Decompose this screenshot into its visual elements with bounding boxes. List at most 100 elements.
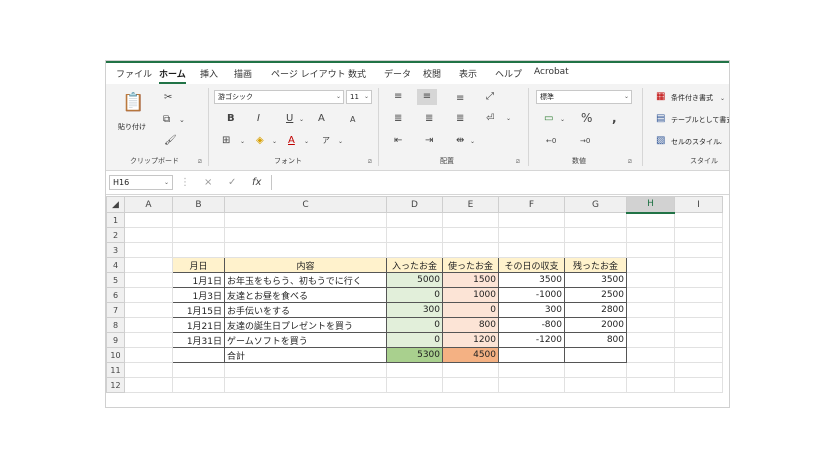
- cell[interactable]: [674, 272, 723, 288]
- cell[interactable]: [124, 227, 173, 243]
- income-total-cell[interactable]: 5300: [386, 347, 443, 363]
- expense-cell[interactable]: 1000: [442, 287, 499, 303]
- align-top-icon[interactable]: ≡: [394, 91, 402, 103]
- align-middle-icon[interactable]: ≡: [417, 89, 437, 105]
- header-cell-remaining[interactable]: 残ったお金: [564, 257, 627, 273]
- column-header-f[interactable]: F: [498, 196, 565, 213]
- cell[interactable]: [442, 212, 499, 228]
- cell[interactable]: [498, 212, 565, 228]
- grow-font-icon[interactable]: A: [318, 113, 325, 125]
- cell[interactable]: [626, 227, 675, 243]
- cell[interactable]: [564, 362, 627, 378]
- cut-icon[interactable]: ✂: [164, 92, 172, 104]
- date-cell[interactable]: 1月3日: [172, 287, 225, 303]
- cell[interactable]: [498, 227, 565, 243]
- cell[interactable]: [442, 362, 499, 378]
- remaining-cell[interactable]: 800: [564, 332, 627, 348]
- bold-icon[interactable]: B: [227, 113, 235, 125]
- cell[interactable]: [386, 377, 443, 393]
- cell[interactable]: [674, 332, 723, 348]
- row-header[interactable]: 1: [106, 212, 125, 228]
- format-as-table-button[interactable]: テーブルとして書式: [671, 115, 729, 125]
- font-color-icon[interactable]: A: [288, 135, 295, 147]
- borders-icon[interactable]: ⊞: [222, 135, 230, 147]
- cell[interactable]: [564, 212, 627, 228]
- cell[interactable]: [124, 272, 173, 288]
- cell[interactable]: [172, 242, 225, 258]
- cell[interactable]: [442, 227, 499, 243]
- cell[interactable]: [626, 377, 675, 393]
- item-cell[interactable]: 友達とお昼を食べる: [224, 287, 387, 303]
- row-header[interactable]: 10: [106, 347, 125, 363]
- header-cell-income[interactable]: 入ったお金: [386, 257, 443, 273]
- cell[interactable]: [124, 287, 173, 303]
- cell[interactable]: [564, 227, 627, 243]
- cell[interactable]: [674, 302, 723, 318]
- row-header[interactable]: 6: [106, 287, 125, 303]
- cell[interactable]: [626, 242, 675, 258]
- cell[interactable]: [626, 317, 675, 333]
- income-cell[interactable]: 0: [386, 317, 443, 333]
- cell[interactable]: [224, 212, 387, 228]
- chevron-down-icon[interactable]: ⌄: [240, 136, 245, 148]
- row-header[interactable]: 8: [106, 317, 125, 333]
- tab-insert[interactable]: 挿入: [200, 67, 218, 80]
- font-size-select[interactable]: 11 ⌄: [346, 90, 372, 104]
- insert-function-icon[interactable]: fx: [252, 177, 261, 189]
- column-header-a[interactable]: A: [124, 196, 173, 213]
- copy-icon[interactable]: ⧉: [163, 114, 170, 126]
- cell[interactable]: [626, 257, 675, 273]
- conditional-format-icon[interactable]: ▦: [656, 91, 665, 103]
- cell[interactable]: [124, 377, 173, 393]
- cell[interactable]: [386, 227, 443, 243]
- item-cell[interactable]: お手伝いをする: [224, 302, 387, 318]
- chevron-down-icon[interactable]: ⌄: [338, 136, 343, 148]
- column-header-g[interactable]: G: [564, 196, 627, 213]
- cell[interactable]: [498, 242, 565, 258]
- income-cell[interactable]: 5000: [386, 272, 443, 288]
- item-cell[interactable]: ゲームソフトを買う: [224, 332, 387, 348]
- cell[interactable]: [172, 212, 225, 228]
- chevron-down-icon[interactable]: ⌄: [304, 136, 309, 148]
- income-cell[interactable]: 0: [386, 332, 443, 348]
- cell[interactable]: [674, 227, 723, 243]
- cell[interactable]: [674, 362, 723, 378]
- phonetic-icon[interactable]: ア: [322, 135, 330, 147]
- daily-balance-cell[interactable]: -1000: [498, 287, 565, 303]
- remaining-cell[interactable]: 2500: [564, 287, 627, 303]
- header-cell-expense[interactable]: 使ったお金: [442, 257, 499, 273]
- shrink-font-icon[interactable]: A: [350, 114, 355, 126]
- align-left-icon[interactable]: ≣: [394, 113, 402, 125]
- item-cell[interactable]: お年玉をもらう、初もうでに行く: [224, 272, 387, 288]
- chevron-down-icon[interactable]: ⌄: [272, 136, 277, 148]
- tab-formulas[interactable]: 数式: [348, 67, 366, 80]
- cell[interactable]: [626, 212, 675, 228]
- dialog-launcher-icon[interactable]: ⧄: [628, 158, 632, 166]
- formula-input[interactable]: [271, 175, 729, 190]
- merge-center-icon[interactable]: ⇹: [456, 135, 464, 147]
- underline-icon[interactable]: U: [286, 113, 293, 125]
- column-header-i[interactable]: I: [674, 196, 723, 213]
- cell[interactable]: [626, 332, 675, 348]
- row-header[interactable]: 2: [106, 227, 125, 243]
- item-cell[interactable]: 友達の誕生日プレゼントを買う: [224, 317, 387, 333]
- cell[interactable]: [124, 212, 173, 228]
- cell[interactable]: [626, 272, 675, 288]
- cell[interactable]: [442, 377, 499, 393]
- expense-cell[interactable]: 1200: [442, 332, 499, 348]
- expense-cell[interactable]: 0: [442, 302, 499, 318]
- daily-balance-cell[interactable]: -800: [498, 317, 565, 333]
- cell[interactable]: [626, 302, 675, 318]
- date-cell[interactable]: 1月15日: [172, 302, 225, 318]
- cell[interactable]: [172, 377, 225, 393]
- tab-draw[interactable]: 描画: [234, 67, 252, 80]
- cell[interactable]: [386, 212, 443, 228]
- cell[interactable]: [124, 317, 173, 333]
- enter-icon[interactable]: ✓: [228, 177, 236, 189]
- cell[interactable]: [386, 242, 443, 258]
- header-cell-daily-balance[interactable]: その日の収支: [498, 257, 565, 273]
- decrease-decimal-icon[interactable]: →0: [580, 135, 590, 147]
- cell[interactable]: [564, 242, 627, 258]
- align-right-icon[interactable]: ≣: [456, 113, 464, 125]
- format-painter-icon[interactable]: 🖌: [164, 135, 177, 147]
